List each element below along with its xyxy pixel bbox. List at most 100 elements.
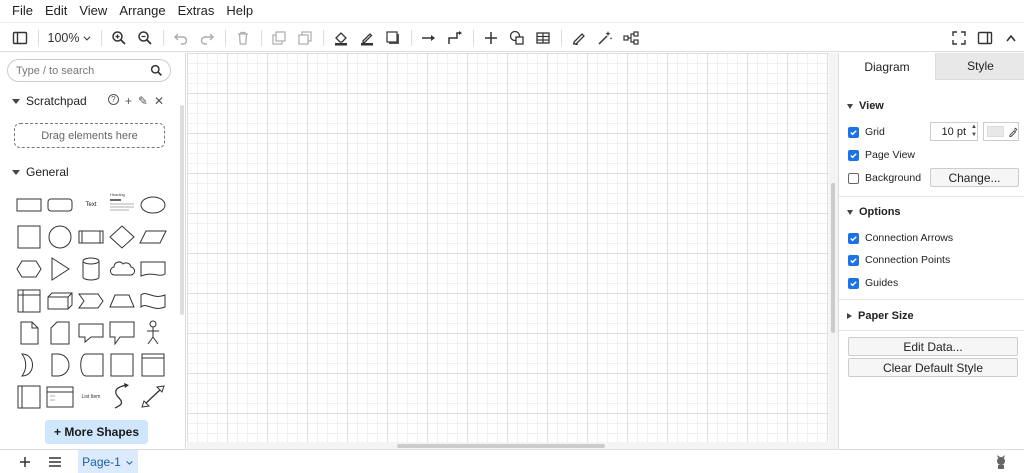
chevron-down-icon[interactable] bbox=[125, 458, 134, 467]
format-panel-icon[interactable] bbox=[975, 27, 995, 49]
more-shapes-button[interactable]: + More Shapes bbox=[45, 420, 148, 444]
display-shape[interactable] bbox=[76, 351, 106, 379]
scratchpad-dropzone[interactable]: Drag elements here bbox=[14, 123, 165, 148]
to-front-icon[interactable] bbox=[269, 27, 289, 49]
zoom-out-icon[interactable] bbox=[135, 27, 155, 49]
background-option[interactable]: Background bbox=[848, 172, 921, 184]
grid-size-stepper[interactable]: ▲ ▼ bbox=[970, 123, 978, 140]
pages-menu-icon[interactable] bbox=[45, 452, 65, 472]
trapezoid-shape[interactable] bbox=[107, 287, 137, 315]
sidebar-scrollbar[interactable] bbox=[180, 105, 184, 315]
hexagon-shape[interactable] bbox=[14, 255, 44, 283]
guides-option[interactable]: Guides bbox=[848, 277, 898, 289]
curve-shape[interactable] bbox=[107, 383, 137, 411]
grid-checkbox[interactable] bbox=[848, 126, 859, 138]
cube-shape[interactable] bbox=[45, 287, 75, 315]
diamond-shape[interactable] bbox=[107, 223, 137, 251]
connection-arrow-icon[interactable] bbox=[419, 27, 439, 49]
page-tab[interactable]: Page-1 bbox=[78, 450, 138, 473]
toggle-sidebar-icon[interactable] bbox=[10, 27, 30, 49]
redo-icon[interactable] bbox=[197, 27, 217, 49]
shadow-icon[interactable] bbox=[383, 27, 403, 49]
edit-style-icon[interactable] bbox=[569, 27, 589, 49]
fullscreen-icon[interactable] bbox=[949, 27, 969, 49]
diagram-canvas[interactable] bbox=[187, 53, 838, 449]
parallelogram-shape[interactable] bbox=[138, 223, 168, 251]
delay-shape[interactable] bbox=[45, 351, 75, 379]
insert-plus-icon[interactable] bbox=[481, 27, 501, 49]
edit-icon[interactable]: ✎ bbox=[138, 94, 148, 108]
shapes-icon[interactable] bbox=[507, 27, 527, 49]
guides-checkbox[interactable] bbox=[848, 277, 859, 289]
vertical-scrollbar[interactable] bbox=[831, 183, 835, 333]
tab-diagram[interactable]: Diagram bbox=[839, 53, 935, 80]
to-back-icon[interactable] bbox=[295, 27, 315, 49]
table-icon[interactable] bbox=[533, 27, 553, 49]
internal-storage-shape[interactable] bbox=[14, 287, 44, 315]
page-view-checkbox[interactable] bbox=[848, 149, 859, 161]
menu-edit[interactable]: Edit bbox=[39, 0, 73, 22]
clear-default-style-button[interactable]: Clear Default Style bbox=[848, 358, 1018, 377]
speech-bubble-shape[interactable] bbox=[107, 319, 137, 347]
menu-arrange[interactable]: Arrange bbox=[113, 0, 171, 22]
note-shape[interactable] bbox=[14, 319, 44, 347]
cloud-shape[interactable] bbox=[107, 255, 137, 283]
grid-option[interactable]: Grid bbox=[848, 126, 885, 138]
rounded-rectangle-shape[interactable] bbox=[45, 191, 75, 219]
menu-file[interactable]: File bbox=[6, 0, 39, 22]
vertical-container-shape[interactable] bbox=[14, 383, 44, 411]
ellipse-shape[interactable] bbox=[138, 191, 168, 219]
close-icon[interactable]: ✕ bbox=[154, 94, 164, 108]
container-shape[interactable] bbox=[138, 351, 168, 379]
help-icon[interactable]: ? bbox=[107, 94, 119, 105]
layout-tree-icon[interactable] bbox=[621, 27, 641, 49]
search-icon[interactable] bbox=[150, 64, 163, 80]
circle-shape[interactable] bbox=[45, 223, 75, 251]
edit-data-button[interactable]: Edit Data... bbox=[848, 337, 1018, 356]
background-checkbox[interactable] bbox=[848, 172, 859, 184]
menu-help[interactable]: Help bbox=[220, 0, 259, 22]
callout-shape[interactable] bbox=[76, 319, 106, 347]
actor-shape[interactable] bbox=[138, 319, 168, 347]
options-section-header[interactable]: Options bbox=[847, 206, 901, 218]
square-shape[interactable] bbox=[14, 223, 44, 251]
process-shape[interactable] bbox=[76, 223, 106, 251]
page-view-option[interactable]: Page View bbox=[848, 149, 915, 161]
document-shape[interactable] bbox=[138, 255, 168, 283]
text-shape[interactable]: Text bbox=[76, 191, 106, 219]
connection-points-option[interactable]: Connection Points bbox=[848, 254, 950, 266]
triangle-shape[interactable] bbox=[45, 255, 75, 283]
tape-shape[interactable] bbox=[138, 287, 168, 315]
square-2-shape[interactable] bbox=[107, 351, 137, 379]
connection-arrows-option[interactable]: Connection Arrows bbox=[848, 232, 953, 244]
menu-view[interactable]: View bbox=[73, 0, 113, 22]
github-icon[interactable] bbox=[992, 453, 1010, 471]
zoom-in-icon[interactable] bbox=[109, 27, 129, 49]
list-item-shape[interactable]: List Item bbox=[76, 383, 106, 411]
add-page-icon[interactable] bbox=[15, 452, 35, 472]
waypoints-icon[interactable] bbox=[445, 27, 465, 49]
connection-arrows-checkbox[interactable] bbox=[848, 232, 859, 244]
zoom-dropdown[interactable]: 100% bbox=[46, 27, 94, 49]
add-icon[interactable]: + bbox=[125, 94, 132, 108]
undo-icon[interactable] bbox=[171, 27, 191, 49]
fill-color-icon[interactable] bbox=[331, 27, 351, 49]
cylinder-shape[interactable] bbox=[76, 255, 106, 283]
connection-points-checkbox[interactable] bbox=[848, 254, 859, 266]
change-background-button[interactable]: Change... bbox=[930, 168, 1019, 187]
or-shape[interactable] bbox=[14, 351, 44, 379]
rectangle-shape[interactable] bbox=[14, 191, 44, 219]
bidirectional-arrow-shape[interactable] bbox=[138, 383, 168, 411]
step-shape[interactable] bbox=[76, 287, 106, 315]
collapse-icon[interactable] bbox=[1001, 27, 1021, 49]
scratchpad-header[interactable]: Scratchpad ? + ✎ ✕ bbox=[0, 91, 180, 111]
menu-extras[interactable]: Extras bbox=[172, 0, 221, 22]
list-shape[interactable] bbox=[45, 383, 75, 411]
general-header[interactable]: General bbox=[0, 162, 180, 182]
grid-color-picker[interactable] bbox=[983, 122, 1019, 141]
line-color-icon[interactable] bbox=[357, 27, 377, 49]
heading-textbox-shape[interactable]: Heading bbox=[107, 191, 137, 219]
delete-icon[interactable] bbox=[233, 27, 253, 49]
paper-size-section-header[interactable]: Paper Size bbox=[847, 310, 914, 322]
search-input[interactable] bbox=[16, 63, 151, 78]
